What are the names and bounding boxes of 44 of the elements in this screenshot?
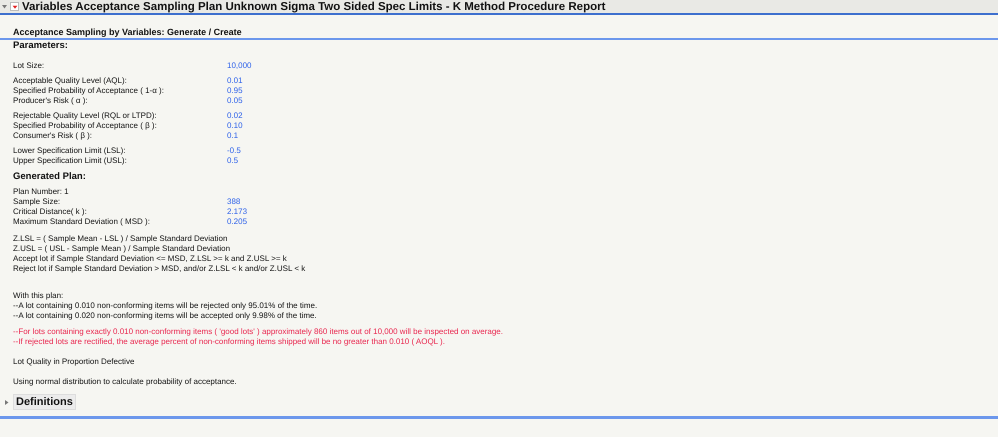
parameter-label: Producer's Risk ( α ):: [13, 96, 89, 106]
definitions-header[interactable]: Definitions: [13, 394, 76, 410]
parameter-label: Upper Specification Limit (USL):: [13, 156, 128, 166]
parameter-label: Lower Specification Limit (LSL):: [13, 146, 126, 156]
parameter-label: Specified Probability of Acceptance ( 1-α ):: [13, 86, 165, 96]
warning-text: --If rejected lots are rectified, the average percent of non-conforming items shipped will be no greater than 0.010 ( AOQL ).: [13, 337, 446, 347]
parameter-label: Consumer's Risk ( β ):: [13, 131, 94, 141]
parameter-label: Acceptable Quality Level (AQL):: [13, 76, 128, 86]
parameter-value: 0.1: [227, 131, 238, 141]
rule-text: Accept lot if Sample Standard Deviation <= MSD, Z.LSL >= k and Z.USL >= k: [13, 254, 288, 264]
rule-text: Z.USL = ( USL - Sample Mean ) / Sample Standard Deviation: [13, 244, 232, 254]
section-heading: Parameters:: [13, 40, 69, 52]
plan-number: Plan Number: 1: [13, 187, 70, 197]
plan-label: Maximum Standard Deviation ( MSD ):: [13, 217, 151, 227]
rule-text: Reject lot if Sample Standard Deviation > MSD, and/or Z.LSL < k and/or Z.USL < k: [13, 264, 306, 274]
section-title: Acceptance Sampling by Variables: Generate / Create: [13, 27, 243, 38]
parameter-value: -0.5: [227, 146, 241, 156]
summary-text: --A lot containing 0.010 non-conforming items will be rejected only 95.01% of the time.: [13, 301, 318, 311]
parameter-value: 0.5: [227, 156, 238, 166]
menu-triangle-icon[interactable]: [10, 2, 19, 11]
plan-label: Sample Size:: [13, 197, 62, 207]
parameter-label: Rejectable Quality Level (RQL or LTPD):: [13, 111, 158, 121]
rule-text: Z.LSL = ( Sample Mean - LSL ) / Sample Standard Deviation: [13, 234, 228, 244]
expanded-triangle-icon[interactable]: [2, 4, 7, 9]
parameter-value: 0.02: [227, 111, 243, 121]
note-text: Using normal distribution to calculate probability of acceptance.: [13, 377, 238, 387]
plan-value: 388: [227, 197, 240, 207]
parameter-value: 10,000: [227, 61, 252, 71]
parameter-value: 0.95: [227, 86, 243, 96]
parameter-value: 0.01: [227, 76, 243, 86]
plan-value: 2.173: [227, 207, 248, 217]
summary-text: With this plan:: [13, 291, 64, 301]
summary-text: --A lot containing 0.020 non-conforming items will be accepted only 9.98% of the time.: [13, 311, 318, 321]
report-title: Variables Acceptance Sampling Plan Unknown Sigma Two Sided Spec Limits - K Method Procedure Report: [22, 0, 606, 14]
parameter-value: 0.05: [227, 96, 243, 106]
note-text: Lot Quality in Proportion Defective: [13, 357, 136, 367]
plan-value: 0.205: [227, 217, 248, 227]
collapsed-triangle-icon[interactable]: [4, 400, 9, 404]
parameter-value: 0.10: [227, 121, 243, 131]
plan-label: Critical Distance( k ):: [13, 207, 88, 217]
section-heading: Generated Plan:: [13, 171, 87, 183]
warning-text: --For lots containing exactly 0.010 non-conforming items ( 'good lots' ) approximately 860 items out of 10,000 will be inspected on average.: [13, 327, 504, 337]
parameter-label: Lot Size:: [13, 61, 46, 71]
parameter-label: Specified Probability of Acceptance ( β ):: [13, 121, 158, 131]
